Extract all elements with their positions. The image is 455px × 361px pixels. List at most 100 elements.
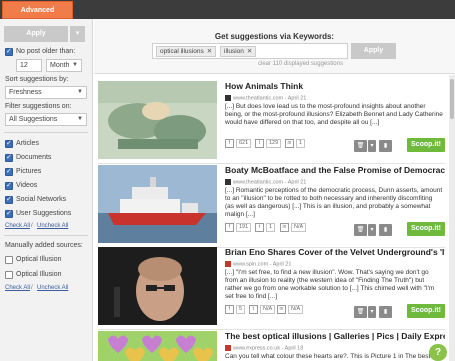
post-source-text: www.spin.com - April 21 xyxy=(233,261,292,268)
manual-sources-label: Manually added sources: xyxy=(5,242,83,249)
chevron-down-icon[interactable]: ▾ xyxy=(368,306,376,318)
sort-select[interactable]: Freshness ▼ xyxy=(5,86,87,99)
uncheck-all-link[interactable]: Uncheck All xyxy=(37,223,68,229)
post-thumbnail[interactable] xyxy=(98,165,217,243)
clear-suggestions-note[interactable]: clear 110 displayed suggestions xyxy=(258,61,343,67)
hearts-image xyxy=(98,331,217,361)
bookmark-icon[interactable]: ▮ xyxy=(379,306,392,318)
post-source-text: www.theatlantic.com - April 21 xyxy=(233,179,307,186)
keyword-tag: optical illusions ✕ xyxy=(156,46,217,57)
post-source: www.theatlantic.com - April 21 xyxy=(225,179,306,185)
chevron-down-icon: ▼ xyxy=(77,116,83,122)
age-value-input[interactable]: 12 xyxy=(16,59,42,72)
post-source: www.express.co.uk - April 18 xyxy=(225,345,303,351)
post-source-text: www.theatlantic.com - April 21 xyxy=(233,95,307,102)
post-source: www.theatlantic.com - April 21 xyxy=(225,95,306,101)
keywords-apply-button[interactable]: Apply xyxy=(351,43,396,59)
bookmark-icon[interactable]: ▮ xyxy=(379,224,392,236)
linkedin-icon[interactable]: in xyxy=(280,223,289,232)
facebook-count: 191 xyxy=(236,223,252,232)
post-snippet: [...] But does love lead us to the most-… xyxy=(225,103,443,126)
post-source: www.spin.com - April 21 xyxy=(225,261,291,267)
facebook-icon[interactable]: f xyxy=(225,139,234,148)
type-social-networks-checkbox[interactable] xyxy=(5,195,13,204)
facebook-icon[interactable]: f xyxy=(225,223,234,232)
type-user-suggestions-checkbox[interactable] xyxy=(5,209,13,218)
no-post-older-checkbox[interactable] xyxy=(5,47,13,56)
linkedin-count: 1 xyxy=(296,139,306,148)
twitter-icon[interactable]: t xyxy=(255,139,264,148)
keyword-bar: Get suggestions via Keywords: optical il… xyxy=(94,19,455,74)
source-favicon-icon xyxy=(225,261,231,267)
source-checkbox[interactable] xyxy=(5,271,13,279)
chevron-down-icon[interactable]: ▾ xyxy=(368,224,376,236)
advanced-configuration-tab[interactable]: Advanced Configuration xyxy=(2,1,73,32)
twitter-icon[interactable]: t xyxy=(249,305,258,314)
remove-tag-icon[interactable]: ✕ xyxy=(247,47,252,56)
type-pictures-checkbox[interactable] xyxy=(5,167,13,176)
bookmark-icon[interactable]: ▮ xyxy=(379,140,392,152)
filter-value: All Suggestions xyxy=(9,116,58,123)
filter-select[interactable]: All Suggestions ▼ xyxy=(5,113,87,126)
suggestion-card: How Animals Think www.theatlantic.com - … xyxy=(98,81,445,159)
sort-value: Freshness xyxy=(9,89,42,96)
apply-button[interactable]: Apply xyxy=(4,26,68,42)
facebook-icon[interactable]: f xyxy=(225,305,234,314)
twitter-count: 129 xyxy=(266,139,282,148)
scoop-it-button[interactable]: Scoop.it! xyxy=(407,138,445,152)
uncheck-all-sources-link[interactable]: Uncheck All xyxy=(37,285,68,291)
apply-dropdown-icon[interactable]: ▾ xyxy=(70,26,85,42)
scrollbar-thumb[interactable] xyxy=(450,79,454,119)
type-videos-checkbox[interactable] xyxy=(5,181,13,190)
type-label: Documents xyxy=(16,154,52,161)
keyword-tag-label: illusion xyxy=(224,48,244,55)
chevron-down-icon[interactable]: ▾ xyxy=(368,140,376,152)
post-title[interactable]: Boaty McBoatface and the False Promise o… xyxy=(225,165,445,175)
type-label: Videos xyxy=(16,182,38,189)
keywords-input[interactable]: optical illusions ✕ illusion ✕ xyxy=(152,43,348,59)
source-checkbox[interactable] xyxy=(5,256,13,264)
post-thumbnail[interactable] xyxy=(98,81,217,159)
scoop-it-button[interactable]: Scoop.it! xyxy=(407,222,445,236)
check-all-sources-link[interactable]: Check All xyxy=(5,285,30,291)
facebook-count: 5 xyxy=(236,305,246,314)
ship-image xyxy=(98,165,217,243)
type-documents-checkbox[interactable] xyxy=(5,153,13,162)
age-unit-select[interactable]: Month ▼ xyxy=(46,59,82,72)
type-label: Pictures xyxy=(16,168,42,175)
trash-icon[interactable]: 🗑 xyxy=(354,140,367,152)
twitter-icon[interactable]: t xyxy=(255,223,264,232)
filters-sidebar: Apply ▾ No post older than: 12 Month▼ So… xyxy=(0,19,93,361)
post-title[interactable]: Brian Eno Shares Cover of the Velvet Und… xyxy=(225,247,445,257)
linkedin-icon[interactable]: in xyxy=(277,305,286,314)
post-thumbnail[interactable] xyxy=(98,331,217,361)
check-all-link[interactable]: Check All xyxy=(5,223,30,229)
top-bar: Advanced Configuration xyxy=(0,0,455,32)
portrait-image xyxy=(98,247,217,325)
scoop-it-button[interactable]: Scoop.it! xyxy=(407,304,445,318)
twitter-count: 1 xyxy=(266,223,276,232)
filter-label: Filter suggestions on: xyxy=(5,103,72,110)
feed-scrollbar[interactable] xyxy=(449,75,455,361)
source-favicon-icon xyxy=(225,95,231,101)
source-favicon-icon xyxy=(225,345,231,351)
remove-tag-icon[interactable]: ✕ xyxy=(207,47,212,56)
trash-icon[interactable]: 🗑 xyxy=(354,306,367,318)
facebook-count: 621 xyxy=(236,139,252,148)
post-thumbnail[interactable] xyxy=(98,247,217,325)
card-divider xyxy=(98,163,445,164)
post-title[interactable]: How Animals Think xyxy=(225,81,445,91)
source-label: Optical Illusion xyxy=(16,256,62,263)
post-title[interactable]: The best optical illusions | Galleries |… xyxy=(225,331,445,341)
post-snippet: [...] "I'm set free, to find a new illus… xyxy=(225,269,435,300)
sort-label: Sort suggestions by: xyxy=(5,76,69,83)
linkedin-icon[interactable]: in xyxy=(285,139,294,148)
type-articles-checkbox[interactable] xyxy=(5,139,13,148)
source-favicon-icon xyxy=(225,179,231,185)
trash-icon[interactable]: 🗑 xyxy=(354,224,367,236)
chevron-down-icon: ▼ xyxy=(77,89,83,95)
suggestion-card: Brian Eno Shares Cover of the Velvet Und… xyxy=(98,247,445,325)
age-unit-value: Month xyxy=(50,62,70,69)
help-icon[interactable]: ? xyxy=(429,344,447,361)
separator: / xyxy=(31,223,33,229)
